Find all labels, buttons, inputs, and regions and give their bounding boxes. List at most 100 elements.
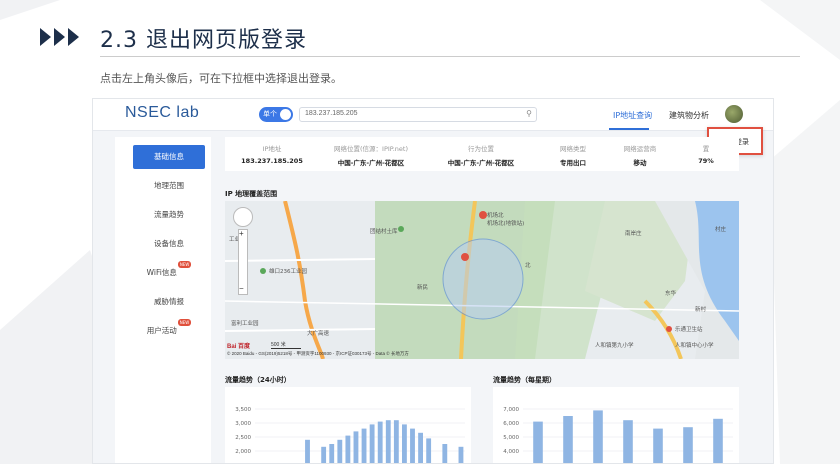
chart-bar[interactable] <box>305 439 310 464</box>
chart-weekly-panel: 7,000 6,000 5,000 4,000 <box>493 387 739 464</box>
info-value: 中国-广东-广州-花都区 <box>337 159 405 167</box>
map-canvas <box>225 201 739 359</box>
sidebar: 基础信息 地理范围 流量趋势 设备信息 WiFi信息NEW 威胁情报 用户活动N… <box>115 137 211 463</box>
chart-bar[interactable] <box>377 421 383 464</box>
info-label: 网络位置(信源：IPIP.net) <box>334 145 408 153</box>
chart-24h: 3,500 3,000 2,500 2,000 <box>235 407 465 464</box>
ip-search-input[interactable]: 183.237.185.205 ⚲ <box>299 107 537 122</box>
chevron-arrows-icon <box>40 28 82 46</box>
chart-bar[interactable] <box>337 439 343 464</box>
zoom-in-icon[interactable]: + <box>239 230 244 238</box>
map-label: 机场北 <box>487 213 504 219</box>
chart-weekly-title: 流量趋势（每星期） <box>493 376 556 384</box>
baidu-logo: Bai 百度 <box>227 344 251 350</box>
chart-bar[interactable] <box>402 424 407 464</box>
chart-bar[interactable] <box>345 435 351 464</box>
sidebar-item-basic-info[interactable]: 基础信息 <box>133 145 205 169</box>
chart-bar[interactable] <box>321 446 327 464</box>
chart-bar[interactable] <box>353 431 359 464</box>
chart-bar[interactable] <box>593 410 603 464</box>
chart-bar[interactable] <box>533 421 543 464</box>
info-label: 网络运营商 <box>623 145 657 153</box>
chart-bar[interactable] <box>563 416 573 464</box>
user-avatar[interactable] <box>725 105 743 123</box>
y-tick-label: 2,000 <box>235 449 251 455</box>
map-label: 人和镇中心小学 <box>675 343 714 349</box>
map-label: 新民 <box>417 285 429 291</box>
sidebar-item-wifi-info[interactable]: WiFi信息NEW <box>133 261 205 285</box>
chart-bar[interactable] <box>442 444 448 464</box>
sidebar-item-label: 用户活动 <box>146 326 177 335</box>
app-screenshot: NSEC lab 单个 183.237.185.205 ⚲ IP地址查询 建筑物分… <box>92 98 774 464</box>
info-cell-network-type: 网络类型 专用出口 <box>543 143 603 167</box>
chart-bar[interactable] <box>683 427 693 464</box>
app-logo[interactable]: NSEC lab <box>125 104 199 126</box>
info-cell-isp: 网络运营商 移动 <box>611 143 669 167</box>
sidebar-item-geo-range[interactable]: 地理范围 <box>133 174 205 198</box>
top-bar: NSEC lab 单个 183.237.185.205 ⚲ IP地址查询 建筑物分… <box>93 99 773 131</box>
info-cell-ip: IP地址 183.237.185.205 <box>235 143 309 165</box>
sidebar-item-label: 地理范围 <box>154 181 184 190</box>
chart-bar[interactable] <box>410 428 415 464</box>
chart-bar[interactable] <box>361 428 367 464</box>
info-label: 置 <box>702 145 710 153</box>
sidebar-item-traffic-trend[interactable]: 流量趋势 <box>133 203 205 227</box>
search-icon[interactable]: ⚲ <box>526 109 532 118</box>
title-divider <box>100 56 800 57</box>
sidebar-item-label: 流量趋势 <box>154 210 184 219</box>
sidebar-item-user-activity[interactable]: 用户活动NEW <box>133 319 205 343</box>
search-value: 183.237.185.205 <box>305 110 358 117</box>
nav-ip-query[interactable]: IP地址查询 <box>613 110 652 121</box>
info-value: 专用出口 <box>560 159 586 167</box>
app-logo-text: NSEC lab <box>125 104 200 121</box>
sidebar-item-device-info[interactable]: 设备信息 <box>133 232 205 256</box>
chart-bar[interactable] <box>418 432 423 464</box>
nav-building-analysis[interactable]: 建筑物分析 <box>669 110 709 121</box>
info-label: 行为位置 <box>468 145 494 153</box>
mode-toggle[interactable]: 单个 <box>259 107 293 122</box>
chart-bar[interactable] <box>653 428 663 464</box>
sidebar-item-threat-intel[interactable]: 威胁情报 <box>133 290 205 314</box>
y-tick-label: 3,000 <box>235 421 251 427</box>
zoom-out-icon[interactable]: − <box>239 285 244 293</box>
info-label: IP地址 <box>262 145 282 153</box>
info-value: 79% <box>698 157 714 165</box>
geo-map[interactable]: 团结村土库 机场北 机场北(地铁站) 雄口236工业园 工业园 富利工业园 大广… <box>225 201 739 359</box>
chart-24h-panel: 3,500 3,000 2,500 2,000 <box>225 387 471 464</box>
map-label: 新村 <box>695 307 707 313</box>
map-label: 大广高速 <box>307 331 330 337</box>
map-label: 村庄 <box>715 227 727 233</box>
map-label: 南岸庄 <box>625 231 642 237</box>
map-label: 东华 <box>665 291 677 297</box>
chart-bar[interactable] <box>713 418 723 464</box>
sidebar-item-label: 基础信息 <box>154 152 184 161</box>
map-label: 机场北(地铁站) <box>487 221 525 227</box>
map-pan-control[interactable] <box>233 207 253 227</box>
y-tick-label: 7,000 <box>503 407 519 413</box>
chart-bar[interactable] <box>385 420 391 464</box>
chart-bar[interactable] <box>393 420 399 464</box>
sidebar-item-label: 设备信息 <box>154 239 184 248</box>
map-label: 富利工业园 <box>231 321 259 327</box>
y-tick-label: 4,000 <box>503 449 519 455</box>
y-tick-label: 5,000 <box>503 435 519 441</box>
info-label: 网络类型 <box>560 145 586 153</box>
chart-bar[interactable] <box>458 446 464 464</box>
map-copyright: © 2020 Baidu - GS(2019)5218号 - 甲测资字11009… <box>227 351 409 356</box>
map-scale: 500 米 <box>271 341 301 349</box>
info-value: 中国-广东-广州-花都区 <box>447 159 515 167</box>
chart-bar[interactable] <box>329 444 335 464</box>
nav-active-underline <box>609 128 649 130</box>
sidebar-item-label: WiFi信息 <box>146 268 177 277</box>
basic-info-panel: IP地址 183.237.185.205 网络位置(信源：IPIP.net) 中国-… <box>225 137 739 171</box>
info-cell-network-location: 网络位置(信源：IPIP.net) 中国-广东-广州-花都区 <box>321 143 421 167</box>
y-tick-label: 6,000 <box>503 421 519 427</box>
chart-weekly: 7,000 6,000 5,000 4,000 <box>503 407 733 464</box>
chart-bar[interactable] <box>369 424 375 464</box>
chart-bar[interactable] <box>426 438 432 464</box>
slide-subtitle: 点击左上角头像后，可在下拉框中选择退出登录。 <box>100 72 342 85</box>
map-section-title: IP 地理覆盖范围 <box>225 190 278 198</box>
chart-bar[interactable] <box>623 420 633 464</box>
y-tick-label: 3,500 <box>235 407 251 413</box>
toggle-label: 单个 <box>263 110 277 118</box>
